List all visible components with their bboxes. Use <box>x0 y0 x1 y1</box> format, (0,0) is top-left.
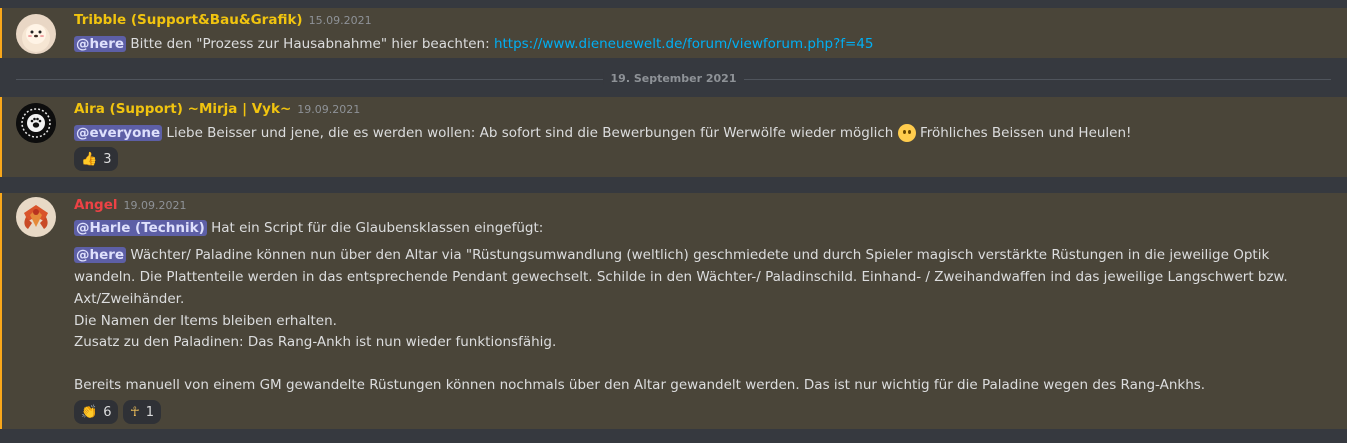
message-text: Hat ein Script für die Glaubensklassen e… <box>206 220 544 236</box>
message-text: Wächter/ Paladine können nun über den Al… <box>126 247 1270 263</box>
mention-everyone[interactable]: @everyone <box>74 125 163 141</box>
message-text-end: Fröhliches Beissen und Heulen! <box>915 125 1132 141</box>
message-tribble: Tribble (Support&Bau&Grafik) 15.09.2021 @… <box>0 8 1347 58</box>
timestamp: 15.09.2021 <box>308 14 372 27</box>
mention-here[interactable]: @here <box>74 247 127 263</box>
message-text: Bitte den "Prozess zur Hausabnahme" hier… <box>126 36 494 52</box>
message-line-3: wandeln. Die Plattenteile werden in das … <box>74 269 1288 285</box>
message-content: @everyone Liebe Beisser und jene, die es… <box>74 122 1131 144</box>
reaction-count: 6 <box>103 404 112 420</box>
reaction-thumbs-up[interactable]: 👍 3 <box>74 147 119 171</box>
author-label[interactable]: Angel <box>74 197 118 213</box>
date-divider-label: 19. September 2021 <box>602 72 745 85</box>
slightly-smiling-face-icon <box>897 124 916 142</box>
message-text: Liebe Beisser und jene, die es werden wo… <box>162 125 898 141</box>
clapping-hands-icon: 👏 <box>81 404 98 420</box>
author-name[interactable]: Angel 19.09.2021 <box>74 197 187 213</box>
avatar[interactable] <box>16 14 56 54</box>
message-line-7: Bereits manuell von einem GM gewandelte … <box>74 377 1206 393</box>
avatar[interactable] <box>16 103 56 143</box>
author-name[interactable]: Tribble (Support&Bau&Grafik) 15.09.2021 <box>74 12 372 28</box>
reaction-count: 1 <box>145 404 154 420</box>
message-line-2: @here Wächter/ Paladine können nun über … <box>74 244 1269 266</box>
author-name[interactable]: Aira (Support) ~Mirja | Vyk~ 19.09.2021 <box>74 101 360 117</box>
reaction-clap[interactable]: 👏 6 <box>74 400 119 424</box>
forum-link[interactable]: https://www.dieneuewelt.de/forum/viewfor… <box>494 36 874 52</box>
reaction-count: 3 <box>103 151 112 167</box>
avatar[interactable] <box>16 197 56 237</box>
message-line-6: Zusatz zu den Paladinen: Das Rang-Ankh i… <box>74 334 557 350</box>
author-label[interactable]: Aira (Support) ~Mirja | Vyk~ <box>74 101 291 117</box>
message-line-1: @Harle (Technik) Hat ein Script für die … <box>74 217 543 239</box>
message-angel: Angel 19.09.2021 @Harle (Technik) Hat ein… <box>0 193 1347 429</box>
message-aira: Aira (Support) ~Mirja | Vyk~ 19.09.2021 @… <box>0 97 1347 177</box>
message-line-4: Axt/Zweihänder. <box>74 291 185 307</box>
message-line-5: Die Namen der Items bleiben erhalten. <box>74 313 337 329</box>
message-content: @here Bitte den "Prozess zur Hausabnahme… <box>74 33 874 55</box>
mention-harle[interactable]: @Harle (Technik) <box>74 220 207 236</box>
thumbs-up-icon: 👍 <box>81 151 98 167</box>
reaction-ankh[interactable]: ☥ 1 <box>123 400 161 424</box>
mention-here[interactable]: @here <box>74 36 127 52</box>
timestamp: 19.09.2021 <box>297 103 361 116</box>
author-label[interactable]: Tribble (Support&Bau&Grafik) <box>74 12 303 28</box>
ankh-icon: ☥ <box>130 404 140 420</box>
timestamp: 19.09.2021 <box>123 199 187 212</box>
